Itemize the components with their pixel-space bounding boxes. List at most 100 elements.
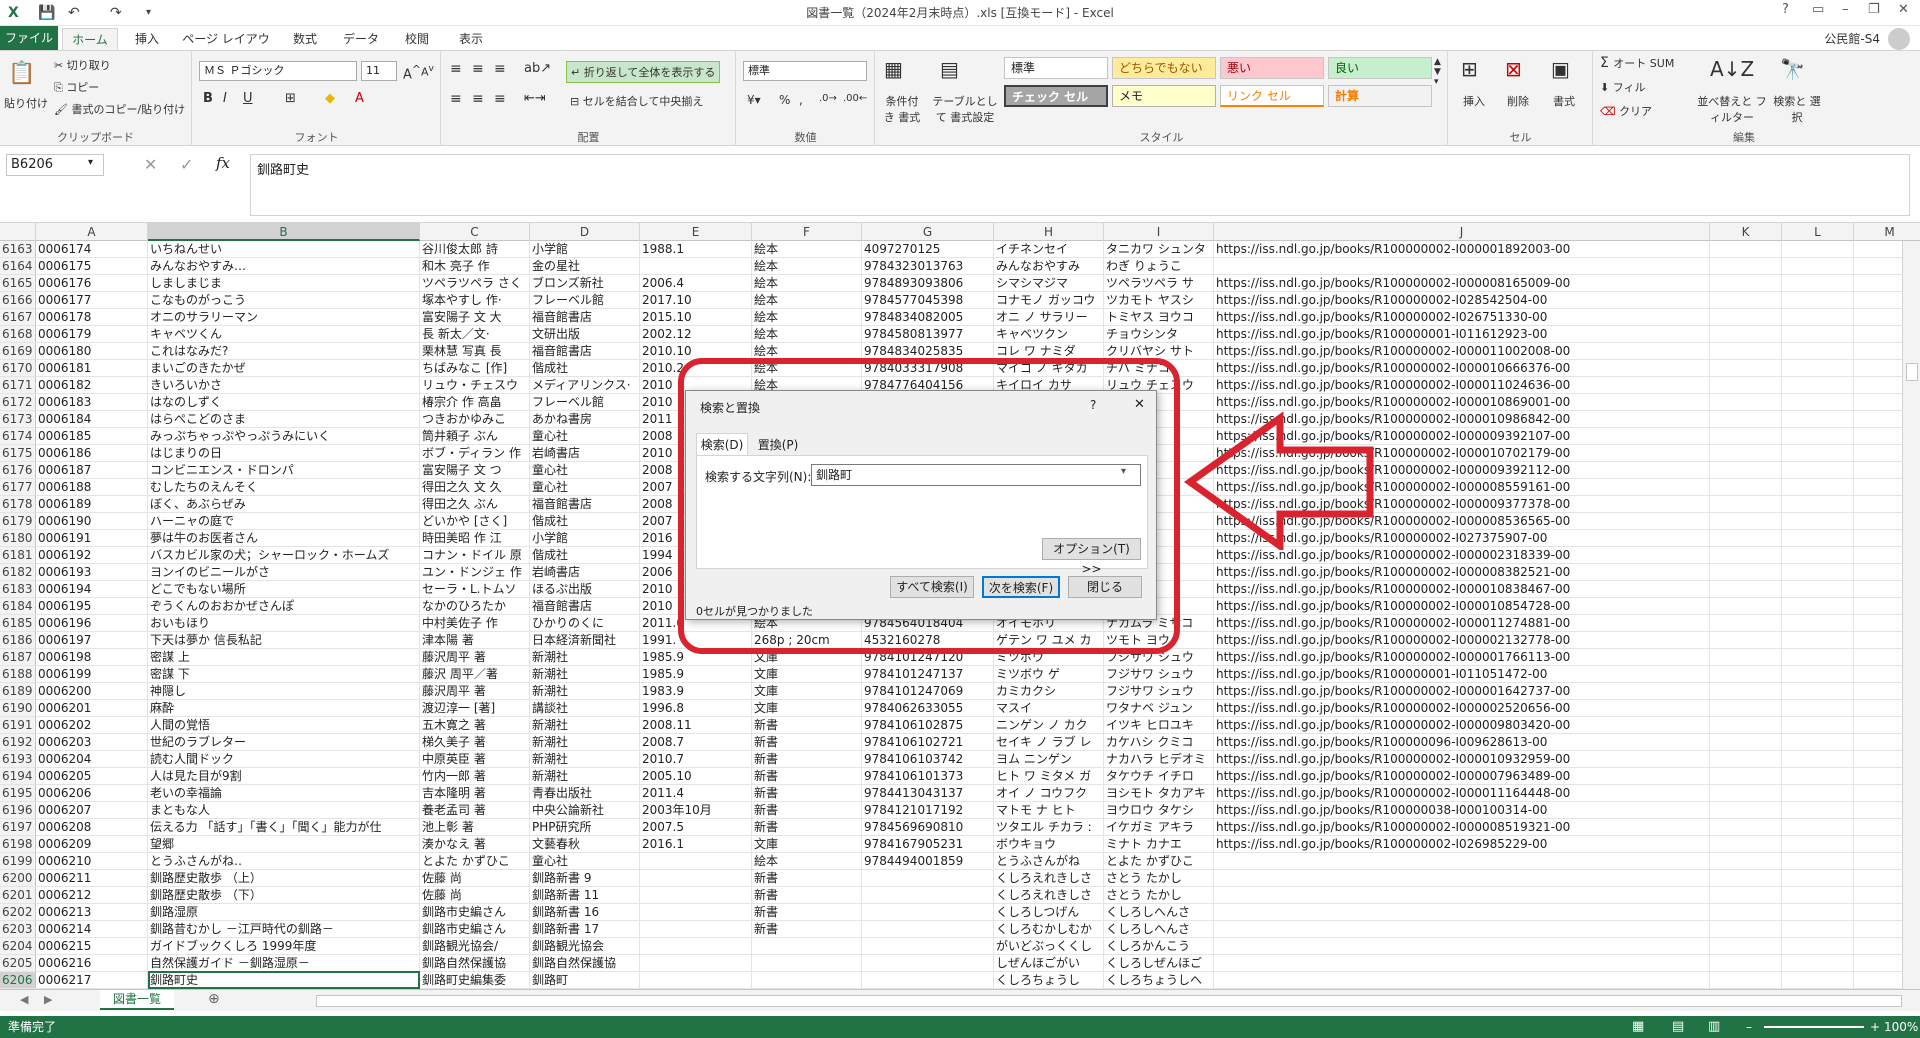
cell-b[interactable]: 釧路湿原: [148, 904, 420, 921]
cell-a[interactable]: 0006190: [36, 513, 148, 530]
cell-j[interactable]: https://iss.ndl.go.jp/books/R100000002-I…: [1214, 275, 1710, 292]
cell-f[interactable]: 新書: [752, 785, 862, 802]
cell-c[interactable]: コナン・ドイル 原: [420, 547, 530, 564]
cell-g[interactable]: 9784062633055: [862, 700, 994, 717]
cell-h[interactable]: ミツボウ ゲ: [994, 666, 1104, 683]
cell-c[interactable]: 池上彰 著: [420, 819, 530, 836]
cell-l[interactable]: [1782, 462, 1854, 479]
cell-d[interactable]: 釧路新書 17: [530, 921, 640, 938]
conditional-format-button[interactable]: 条件付き 書式: [882, 93, 922, 125]
cell-f[interactable]: 新書: [752, 870, 862, 887]
cell-l[interactable]: [1782, 428, 1854, 445]
cell-b[interactable]: これはなみだ?: [148, 343, 420, 360]
cell-c[interactable]: 五木寛之 著: [420, 717, 530, 734]
cell-k[interactable]: [1710, 258, 1782, 275]
underline-icon[interactable]: U: [243, 91, 253, 106]
cell-a[interactable]: 0006197: [36, 632, 148, 649]
cell-a[interactable]: 0006194: [36, 581, 148, 598]
row-header[interactable]: 6173: [0, 411, 36, 428]
cell-d[interactable]: 岩崎書店: [530, 564, 640, 581]
cell-k[interactable]: [1710, 921, 1782, 938]
row-header[interactable]: 6183: [0, 581, 36, 598]
cell-j[interactable]: https://iss.ndl.go.jp/books/R100000001-I…: [1214, 326, 1710, 343]
cell-i[interactable]: ヨシモト タカアキ: [1104, 785, 1214, 802]
cell-c[interactable]: 吉本隆明 著: [420, 785, 530, 802]
row-header[interactable]: 6195: [0, 785, 36, 802]
cell-d[interactable]: 童心社: [530, 462, 640, 479]
cell-g[interactable]: 4097270125: [862, 241, 994, 258]
clear-button[interactable]: ⌫ クリア: [1600, 103, 1652, 119]
cell-b[interactable]: 釧路歴史散歩 （下）: [148, 887, 420, 904]
cell-g[interactable]: [862, 887, 994, 904]
cell-c[interactable]: ちばみなこ [作]: [420, 360, 530, 377]
cell-l[interactable]: [1782, 853, 1854, 870]
cell-d[interactable]: 童心社: [530, 853, 640, 870]
row-header[interactable]: 6197: [0, 819, 36, 836]
cell-l[interactable]: [1782, 870, 1854, 887]
cell-i[interactable]: ヨウロウ タケシ: [1104, 802, 1214, 819]
cell-f[interactable]: [752, 938, 862, 955]
cell-j[interactable]: [1214, 921, 1710, 938]
cell-l[interactable]: [1782, 734, 1854, 751]
cell-d[interactable]: 岩崎書店: [530, 445, 640, 462]
cell-f[interactable]: 新書: [752, 887, 862, 904]
cell-c[interactable]: 中村美佐子 作: [420, 615, 530, 632]
cell-l[interactable]: [1782, 921, 1854, 938]
cell-a[interactable]: 0006195: [36, 598, 148, 615]
cell-b[interactable]: とうふさんがね‥: [148, 853, 420, 870]
cell-b[interactable]: はらぺこどのさま: [148, 411, 420, 428]
row-header[interactable]: 6178: [0, 496, 36, 513]
styles-more-icon[interactable]: ▲ ▼ ▾: [1434, 57, 1441, 87]
cell-g[interactable]: 9784121017192: [862, 802, 994, 819]
cell-j[interactable]: [1214, 870, 1710, 887]
cell-a[interactable]: 0006207: [36, 802, 148, 819]
row-header[interactable]: 6201: [0, 887, 36, 904]
cell-b[interactable]: みんなおやすみ…: [148, 258, 420, 275]
formula-input[interactable]: 釧路町史: [250, 154, 1910, 216]
cell-l[interactable]: [1782, 479, 1854, 496]
conditional-format-icon[interactable]: ▦: [884, 57, 903, 81]
row-header[interactable]: 6172: [0, 394, 36, 411]
cell-k[interactable]: [1710, 751, 1782, 768]
cell-a[interactable]: 0006187: [36, 462, 148, 479]
cell-c[interactable]: 藤沢周平 著: [420, 683, 530, 700]
column-header-c[interactable]: C: [420, 223, 530, 241]
add-sheet-icon[interactable]: ⊕: [208, 991, 220, 1007]
binoculars-icon[interactable]: 🔭: [1780, 57, 1805, 81]
style-normal[interactable]: 標準: [1004, 57, 1108, 79]
cell-l[interactable]: [1782, 564, 1854, 581]
cell-d[interactable]: 福音館書店: [530, 309, 640, 326]
cell-i[interactable]: タケウチ イチロ: [1104, 768, 1214, 785]
align-right-icon[interactable]: ≡: [494, 91, 506, 107]
cell-b[interactable]: いちねんせい: [148, 241, 420, 258]
cell-k[interactable]: [1710, 717, 1782, 734]
cell-b[interactable]: 人は見た目が9割: [148, 768, 420, 785]
cell-a[interactable]: 0006210: [36, 853, 148, 870]
paste-icon[interactable]: 📋: [8, 61, 35, 86]
cell-k[interactable]: [1710, 530, 1782, 547]
cell-f[interactable]: 新書: [752, 734, 862, 751]
row-header[interactable]: 6199: [0, 853, 36, 870]
cell-e[interactable]: 2016.1: [640, 836, 752, 853]
cell-d[interactable]: あかね書房: [530, 411, 640, 428]
cell-d[interactable]: 小学館: [530, 530, 640, 547]
cell-k[interactable]: [1710, 734, 1782, 751]
orientation-icon[interactable]: ab↗: [524, 61, 551, 76]
cell-a[interactable]: 0006198: [36, 649, 148, 666]
cell-e[interactable]: 2007.5: [640, 819, 752, 836]
cell-e[interactable]: 2008.11: [640, 717, 752, 734]
cell-f[interactable]: 絵本: [752, 326, 862, 343]
align-top-icon[interactable]: ≡: [450, 61, 462, 77]
cell-f[interactable]: 絵本: [752, 292, 862, 309]
cell-e[interactable]: 1983.9: [640, 683, 752, 700]
column-header-l[interactable]: L: [1782, 223, 1854, 241]
horizontal-scrollbar[interactable]: [316, 995, 1902, 1007]
decrease-decimal-icon[interactable]: .00←: [843, 93, 867, 104]
cell-j[interactable]: https://iss.ndl.go.jp/books/R100000002-I…: [1214, 751, 1710, 768]
row-header[interactable]: 6176: [0, 462, 36, 479]
font-name-select[interactable]: ＭＳ Ｐゴシック: [199, 61, 357, 81]
cell-b[interactable]: まいごのきたかぜ: [148, 360, 420, 377]
cell-d[interactable]: 新潮社: [530, 768, 640, 785]
cell-j[interactable]: https://iss.ndl.go.jp/books/R100000002-I…: [1214, 394, 1710, 411]
row-header[interactable]: 6185: [0, 615, 36, 632]
